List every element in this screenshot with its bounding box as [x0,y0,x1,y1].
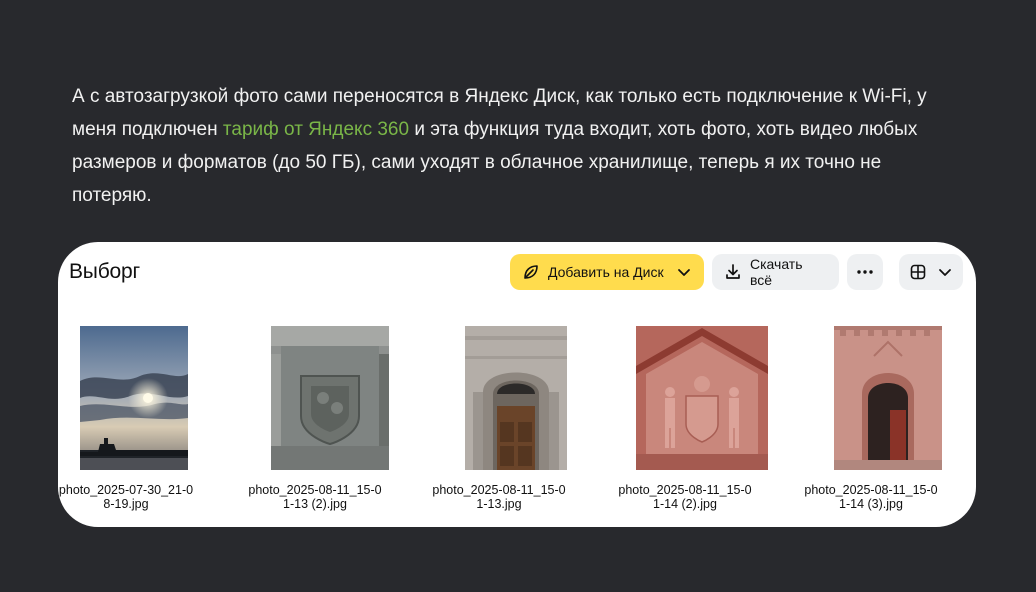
folder-title: Выборг [69,260,140,283]
chevron-down-icon [676,264,692,280]
file-name: photo_2025-08-11_15-0 1-13.jpg [432,483,566,511]
leaf-icon [522,263,540,281]
file-name: photo_2025-07-30_21-0 8-19.jpg [58,483,194,511]
grid-icon [909,263,927,281]
file-name: photo_2025-08-11_15-0 1-13 (2).jpg [248,483,382,511]
add-to-disk-button[interactable]: Добавить на Диск [510,254,704,290]
shared-folder-widget: Выборг Добавить на Диск Скачать всё phot… [58,242,976,527]
file-name: photo_2025-08-11_15-0 1-14 (3).jpg [804,483,938,511]
file-grid: photo_2025-07-30_21-0 8-19.jpg photo_202… [58,326,976,516]
folder-toolbar: Добавить на Диск Скачать всё [510,254,963,290]
file-name: photo_2025-08-11_15-0 1-14 (2).jpg [618,483,752,511]
article-paragraph: А с автозагрузкой фото сами переносятся … [72,80,952,212]
tariff-link[interactable]: тариф от Яндекс 360 [223,119,409,140]
download-all-button[interactable]: Скачать всё [712,254,839,290]
chevron-down-icon [937,264,953,280]
download-icon [724,263,742,281]
photo-thumbnail[interactable] [465,326,567,470]
download-all-label: Скачать всё [750,256,803,288]
photo-thumbnail[interactable] [271,326,389,470]
photo-thumbnail[interactable] [636,326,768,470]
view-mode-button[interactable] [899,254,963,290]
photo-thumbnail[interactable] [834,326,942,470]
photo-thumbnail[interactable] [80,326,188,470]
add-to-disk-label: Добавить на Диск [548,264,664,280]
more-options-button[interactable] [847,254,883,290]
ellipsis-icon [856,269,874,275]
